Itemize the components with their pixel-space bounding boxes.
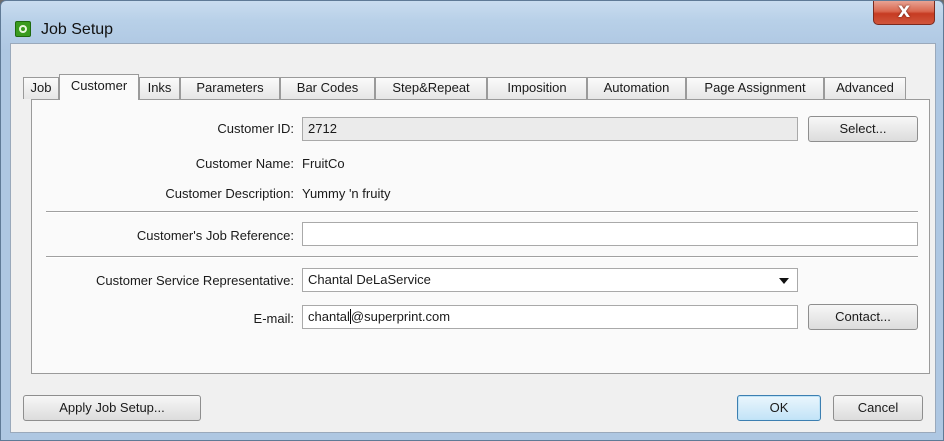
close-icon: X xyxy=(897,2,911,21)
tab-step-and-repeat[interactable]: Step&Repeat xyxy=(375,77,487,99)
title-bar[interactable]: Job Setup X xyxy=(1,1,943,41)
tab-bar-codes[interactable]: Bar Codes xyxy=(280,77,375,99)
customer-id-label: Customer ID: xyxy=(217,121,294,136)
customer-description-value: Yummy 'n fruity xyxy=(302,186,391,201)
tab-parameters[interactable]: Parameters xyxy=(180,77,280,99)
job-reference-label: Customer's Job Reference: xyxy=(136,228,294,243)
tab-customer[interactable]: Customer xyxy=(59,74,139,100)
email-text-start: chantal xyxy=(308,309,350,324)
close-button[interactable]: X xyxy=(873,1,935,25)
separator xyxy=(46,256,918,258)
select-customer-button[interactable]: Select... xyxy=(808,116,918,142)
csr-dropdown[interactable]: Chantal DeLaService xyxy=(302,268,798,292)
ok-button[interactable]: OK xyxy=(737,395,821,421)
app-gear-icon xyxy=(15,21,31,37)
customer-name-value: FruitCo xyxy=(302,156,345,171)
tab-inks[interactable]: Inks xyxy=(139,77,180,99)
customer-name-label: Customer Name: xyxy=(195,156,294,171)
contact-button[interactable]: Contact... xyxy=(808,304,918,330)
job-reference-field[interactable] xyxy=(302,222,918,246)
email-label: E-mail: xyxy=(253,311,294,326)
tab-advanced[interactable]: Advanced xyxy=(824,77,906,99)
separator xyxy=(46,211,918,213)
tab-imposition[interactable]: Imposition xyxy=(487,77,587,99)
email-field[interactable]: chantal@superprint.com xyxy=(302,305,798,329)
tab-page-assignment[interactable]: Page Assignment xyxy=(686,77,824,99)
window-title: Job Setup xyxy=(41,21,114,38)
customer-id-field[interactable]: 2712 xyxy=(302,117,798,141)
apply-job-setup-button[interactable]: Apply Job Setup... xyxy=(23,395,201,421)
email-text-end: @superprint.com xyxy=(350,309,451,324)
chevron-down-icon[interactable] xyxy=(779,278,789,284)
tab-automation[interactable]: Automation xyxy=(587,77,686,99)
cancel-button[interactable]: Cancel xyxy=(833,395,923,421)
csr-selected-value: Chantal DeLaService xyxy=(308,272,431,287)
csr-label: Customer Service Representative: xyxy=(96,273,294,288)
tab-job[interactable]: Job xyxy=(23,77,59,99)
customer-description-label: Customer Description: xyxy=(165,186,294,201)
